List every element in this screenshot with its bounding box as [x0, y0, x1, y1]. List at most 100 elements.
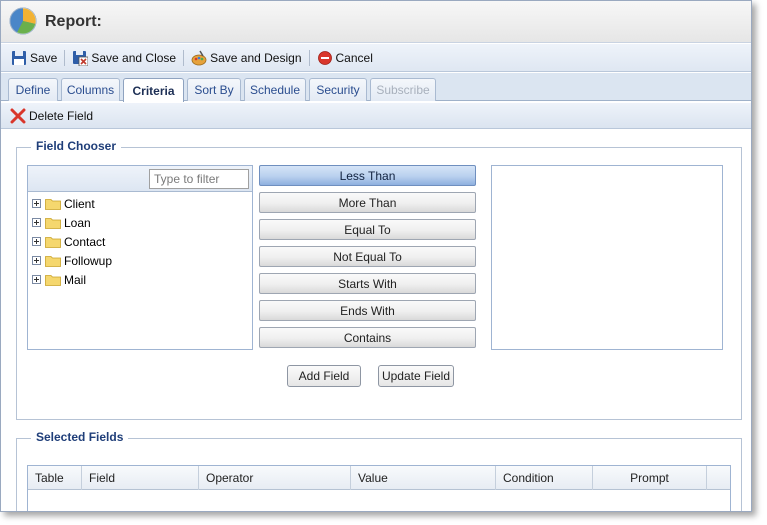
tree-item-contact[interactable]: Contact — [28, 232, 252, 251]
criteria-toolbar: Delete Field — [1, 103, 751, 129]
add-field-label: Add Field — [298, 369, 350, 383]
tab-schedule[interactable]: Schedule — [244, 78, 306, 101]
operator-not-equal-to-button[interactable]: Not Equal To — [259, 246, 476, 267]
folder-icon — [45, 274, 61, 286]
operator-label: Starts With — [338, 276, 397, 291]
tab-schedule-label: Schedule — [249, 83, 301, 97]
grid-header: Table Field Operator Value Condition Pro… — [28, 466, 730, 490]
design-palette-icon — [191, 50, 207, 65]
expand-icon[interactable] — [32, 199, 41, 208]
save-and-close-button[interactable]: Save and Close — [72, 50, 176, 66]
save-and-design-label: Save and Design — [210, 50, 302, 65]
column-header-spacer — [707, 466, 730, 490]
report-pie-logo-icon — [9, 7, 37, 35]
save-and-close-label: Save and Close — [91, 50, 177, 65]
delete-field-button[interactable]: Delete Field — [10, 108, 93, 124]
expand-icon[interactable] — [32, 256, 41, 265]
selected-fields-legend: Selected Fields — [31, 430, 129, 444]
tree-item-label: Followup — [64, 253, 113, 268]
floppy-disk-icon — [12, 50, 26, 65]
column-header-label: Prompt — [630, 471, 669, 485]
field-chooser-section: Field Chooser Client Loan — [16, 139, 742, 420]
tree-item-client[interactable]: Client — [28, 194, 252, 213]
operator-label: Equal To — [344, 222, 391, 237]
tab-security-label: Security — [316, 83, 360, 97]
column-header-label: Condition — [503, 471, 554, 485]
operator-equal-to-button[interactable]: Equal To — [259, 219, 476, 240]
column-header-value[interactable]: Value — [351, 466, 496, 490]
tree-header — [28, 166, 252, 192]
column-header-field[interactable]: Field — [82, 466, 199, 490]
field-chooser-legend: Field Chooser — [31, 139, 122, 153]
operator-label: More Than — [338, 195, 397, 210]
tab-subscribe: Subscribe — [370, 78, 436, 101]
column-header-operator[interactable]: Operator — [199, 466, 351, 490]
folder-icon — [45, 236, 61, 248]
operator-ends-with-button[interactable]: Ends With — [259, 300, 476, 321]
column-header-label: Table — [35, 471, 64, 485]
tab-criteria[interactable]: Criteria — [123, 78, 184, 102]
update-field-label: Update Field — [381, 369, 451, 383]
operator-label: Contains — [343, 330, 392, 345]
tree-item-label: Contact — [64, 234, 106, 249]
field-tree-panel: Client Loan Contact Followup — [27, 165, 253, 350]
field-tree: Client Loan Contact Followup Mail — [28, 192, 252, 289]
tree-item-label: Mail — [64, 272, 87, 287]
operator-more-than-button[interactable]: More Than — [259, 192, 476, 213]
tab-criteria-label: Criteria — [132, 83, 175, 98]
tab-columns[interactable]: Columns — [61, 78, 120, 101]
tab-bar: Define Columns Criteria Sort By Schedule… — [1, 73, 751, 102]
column-header-table[interactable]: Table — [28, 466, 82, 490]
main-toolbar: Save Save and Close Save and Design Canc… — [1, 44, 751, 72]
cancel-button[interactable]: Cancel — [317, 50, 373, 66]
tab-sort-by-label: Sort By — [194, 83, 234, 97]
column-header-label: Operator — [206, 471, 254, 485]
tree-item-followup[interactable]: Followup — [28, 251, 252, 270]
tree-item-mail[interactable]: Mail — [28, 270, 252, 289]
title-bar: Report: — [1, 1, 751, 43]
column-header-prompt[interactable]: Prompt — [593, 466, 707, 490]
column-header-label: Value — [358, 471, 388, 485]
tab-columns-label: Columns — [66, 83, 115, 97]
tab-define-label: Define — [15, 83, 51, 97]
cancel-circle-icon — [317, 50, 332, 65]
save-button[interactable]: Save — [11, 50, 57, 66]
filter-input[interactable] — [149, 169, 249, 189]
update-field-button[interactable]: Update Field — [378, 365, 454, 387]
folder-icon — [45, 198, 61, 210]
tab-security[interactable]: Security — [309, 78, 367, 101]
expand-icon[interactable] — [32, 275, 41, 284]
red-x-icon — [10, 108, 26, 123]
operator-label: Less Than — [339, 168, 396, 183]
cancel-label: Cancel — [335, 50, 373, 65]
tree-item-loan[interactable]: Loan — [28, 213, 252, 232]
add-field-button[interactable]: Add Field — [287, 365, 361, 387]
operator-label: Ends With — [340, 303, 395, 318]
value-panel[interactable] — [491, 165, 723, 350]
folder-icon — [45, 217, 61, 229]
column-header-condition[interactable]: Condition — [496, 466, 593, 490]
toolbar-divider — [183, 49, 185, 66]
tab-define[interactable]: Define — [8, 78, 58, 101]
report-window: Report: Save Save and Close Save and Des… — [0, 0, 752, 512]
delete-field-label: Delete Field — [29, 108, 94, 123]
tab-subscribe-label: Subscribe — [376, 83, 430, 97]
window-title: Report: — [45, 13, 102, 30]
tree-item-label: Client — [64, 196, 95, 211]
column-header-label: Field — [89, 471, 116, 485]
operator-starts-with-button[interactable]: Starts With — [259, 273, 476, 294]
save-label: Save — [30, 50, 58, 65]
operator-contains-button[interactable]: Contains — [259, 327, 476, 348]
operator-label: Not Equal To — [333, 249, 402, 264]
expand-icon[interactable] — [32, 218, 41, 227]
save-close-icon — [73, 50, 89, 66]
save-and-design-button[interactable]: Save and Design — [191, 50, 302, 66]
tab-sort-by[interactable]: Sort By — [187, 78, 241, 101]
toolbar-divider — [308, 49, 310, 66]
toolbar-divider — [64, 49, 66, 66]
operator-less-than-button[interactable]: Less Than — [259, 165, 476, 186]
folder-icon — [45, 255, 61, 267]
selected-fields-grid: Table Field Operator Value Condition Pro… — [27, 465, 731, 511]
expand-icon[interactable] — [32, 237, 41, 246]
tree-item-label: Loan — [64, 215, 91, 230]
